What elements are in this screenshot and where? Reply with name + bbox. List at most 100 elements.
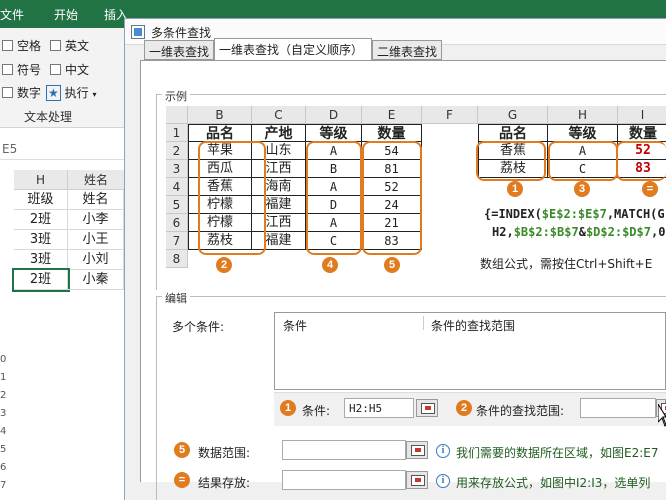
ribbon-tab-file[interactable]: 文件 <box>0 6 24 23</box>
checkbox-english[interactable]: 英文 <box>50 37 89 54</box>
info-icon: i <box>436 444 450 458</box>
ex-row-header: 1 <box>166 124 188 142</box>
formula-part: ,0) <box>650 225 666 239</box>
row-number: 7 <box>0 480 7 491</box>
badge-equals: = <box>174 472 190 488</box>
condition-range-picker-button[interactable] <box>416 399 438 417</box>
table-cell[interactable]: 2班 <box>14 210 68 230</box>
condition-range-label: 条件的查找范围: <box>476 404 565 418</box>
tab-one-dim-custom-order[interactable]: 一维表查找（自定义顺序） <box>214 38 372 61</box>
highlight-ring-result-qty <box>616 141 666 181</box>
name-box[interactable]: E5 <box>0 138 124 160</box>
column-header-h[interactable]: H <box>14 170 68 190</box>
worksheet-grid: H 姓名 班级 姓名 2班 小李 3班 小王 3班 小刘 2班 小秦 0 1 2… <box>0 170 124 500</box>
result-location-input[interactable] <box>282 470 406 490</box>
checkbox-chinese-label: 中文 <box>65 63 90 77</box>
formula-line-2: H2,$B$2:$B$7&$D$2:$D$7,0) <box>492 225 666 239</box>
ex-row-header: 7 <box>166 232 188 250</box>
checkbox-english-label: 英文 <box>65 39 90 53</box>
corner-cell <box>166 106 188 124</box>
formula-part: ,MATCH(G <box>606 207 665 221</box>
table-cell[interactable]: 3班 <box>14 230 68 250</box>
badge-equals: = <box>642 181 658 197</box>
ex-row-header: 3 <box>166 160 188 178</box>
name-box-value: E5 <box>2 142 18 156</box>
column-header-name[interactable]: 姓名 <box>68 170 124 190</box>
row-number: 3 <box>0 408 7 419</box>
row-number: 4 <box>0 426 7 437</box>
formula-part: $E$2:$E$7 <box>541 207 607 221</box>
execute-label: 执行 <box>64 86 89 100</box>
data-range-label: 数据范围: <box>198 446 251 460</box>
table-cell[interactable]: 小王 <box>68 230 124 250</box>
tab-one-dim-lookup[interactable]: 一维表查找 <box>144 40 214 60</box>
table-cell[interactable]: 小秦 <box>68 270 124 290</box>
condition-input[interactable]: H2:H5 <box>344 398 414 418</box>
data-range-hint: 我们需要的数据所在区域，如图E2:E7 <box>456 446 659 460</box>
formula-part: H2, <box>492 225 514 239</box>
result-location-label: 结果存放: <box>198 476 251 490</box>
example-legend: 示例 <box>162 88 190 104</box>
formula-part: $D$2:$D$7 <box>585 225 651 239</box>
badge-4: 4 <box>322 257 338 273</box>
condition-list[interactable]: 条件 条件的查找范围 <box>274 312 666 390</box>
table-cell-selected[interactable]: 2班 <box>12 268 70 292</box>
ex-header-cell: 品名 <box>188 124 252 142</box>
ex-row-header: 2 <box>166 142 188 160</box>
table-cell[interactable]: 3班 <box>14 250 68 270</box>
checkbox-chinese[interactable]: 中文 <box>50 61 89 78</box>
info-icon: i <box>436 474 450 488</box>
ribbon-tab-home[interactable]: 开始 <box>54 6 78 23</box>
ex-col-f: F <box>422 106 478 124</box>
condition-label: 条件: <box>302 404 331 418</box>
star-icon: ★ <box>46 85 61 101</box>
execute-button[interactable]: ★ 执行 ▾ <box>46 84 96 101</box>
formula-part: & <box>578 225 586 239</box>
ex-row-header: 4 <box>166 178 188 196</box>
badge-2: 2 <box>216 257 232 273</box>
formula-part: $B$2:$B$7 <box>513 225 579 239</box>
checkbox-space-label: 空格 <box>17 39 42 53</box>
ex-col-i: I <box>618 106 666 124</box>
row-number: 6 <box>0 462 7 473</box>
highlight-ring-grade <box>306 141 362 255</box>
badge-2: 2 <box>456 400 472 416</box>
array-formula-note: 数组公式，需按住Ctrl+Shift+E <box>480 257 653 271</box>
tab-two-dim-lookup[interactable]: 二维表查找 <box>372 40 442 60</box>
app-icon <box>131 25 145 39</box>
ex-result-header: 品名 <box>478 124 548 142</box>
result-location-hint: 用来存放公式，如图中I2:I3，选单列 <box>456 476 651 490</box>
table-cell[interactable]: 小李 <box>68 210 124 230</box>
table-cell[interactable]: 姓名 <box>68 190 124 210</box>
data-range-picker-button[interactable] <box>406 441 428 459</box>
checkbox-symbol[interactable]: 符号 <box>2 61 41 78</box>
result-location-picker-button[interactable] <box>406 471 428 489</box>
list-header-divider <box>423 316 424 330</box>
dialog-title: 多条件查找 <box>151 26 212 40</box>
checkbox-number-label: 数字 <box>17 86 42 100</box>
mouse-cursor-icon <box>658 404 666 427</box>
table-cell[interactable]: 小刘 <box>68 250 124 270</box>
table-cell[interactable]: 班级 <box>14 190 68 210</box>
ex-row-header: 5 <box>166 196 188 214</box>
checkbox-number[interactable]: 数字 <box>2 84 41 101</box>
edit-legend: 编辑 <box>162 290 190 306</box>
list-header-condition[interactable]: 条件 <box>283 317 307 334</box>
formula-line-1: {=INDEX($E$2:$E$7,MATCH(G <box>484 207 665 221</box>
ribbon-body: 空格 英文 符号 中文 数字 ★ 执行 ▾ 文本处理 <box>0 28 124 128</box>
ex-col-e: E <box>362 106 422 124</box>
ex-col-b: B <box>188 106 252 124</box>
ex-col-h: H <box>548 106 618 124</box>
highlight-ring-name <box>198 141 266 255</box>
row-number: 5 <box>0 444 7 455</box>
ex-col-g: G <box>478 106 548 124</box>
row-number: 0 <box>0 354 7 365</box>
ex-col-d: D <box>306 106 362 124</box>
condition-range-input[interactable] <box>580 398 656 418</box>
badge-5: 5 <box>174 442 190 458</box>
checkbox-space[interactable]: 空格 <box>2 37 41 54</box>
highlight-ring-result-name <box>476 141 546 181</box>
list-header-range[interactable]: 条件的查找范围 <box>431 317 515 334</box>
ex-result-header: 等级 <box>548 124 618 142</box>
data-range-input[interactable] <box>282 440 406 460</box>
